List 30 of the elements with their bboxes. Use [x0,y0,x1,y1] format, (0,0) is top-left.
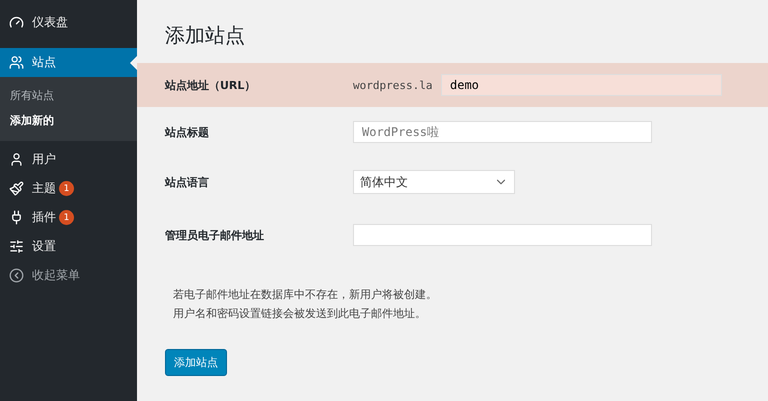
menu-item[interactable]: 主题 1 [0,174,137,203]
site-title-field[interactable]: WordPress啦 [353,121,652,143]
menu-item[interactable]: 仪表盘 [0,8,137,37]
field-label: 站点语言 [165,174,210,190]
description: 若电子邮件地址在数据库中不存在，新用户将被创建。 用户名和密码设置链接会被发送到此电子邮件地址。 [173,287,438,322]
arrow-left-icon [9,268,24,283]
menu-item[interactable]: 设置 [0,232,137,261]
site-address-field[interactable]: demo [441,74,722,96]
menu-item[interactable]: 用户 [0,145,137,174]
people-icon [9,55,24,70]
submenu-item[interactable]: 添加新的 [0,108,137,133]
field-label: 站点标题 [165,124,210,140]
language-select[interactable]: 简体中文 [353,170,515,194]
email-field[interactable] [353,224,652,246]
count-badge: 1 [59,181,74,196]
menu-item[interactable]: 站点 [0,48,137,77]
page-title: 添加站点 [165,22,246,49]
field-label: 站点地址（URL） [165,78,256,92]
sliders-icon [9,239,24,254]
person-icon [9,152,24,167]
menu-item[interactable]: 插件 1 [0,203,137,232]
brush-icon [9,181,24,196]
plug-icon [9,210,24,225]
gauge-icon [9,15,24,30]
menu-item[interactable]: 收起菜单 [0,261,137,290]
submenu-item[interactable]: 所有站点 [0,83,137,108]
field-label: 管理员电子邮件地址 [165,228,265,242]
url-prefix: wordpress.la [353,78,434,92]
count-badge: 1 [59,210,74,225]
add-site-button[interactable]: 添加站点 [165,349,227,376]
